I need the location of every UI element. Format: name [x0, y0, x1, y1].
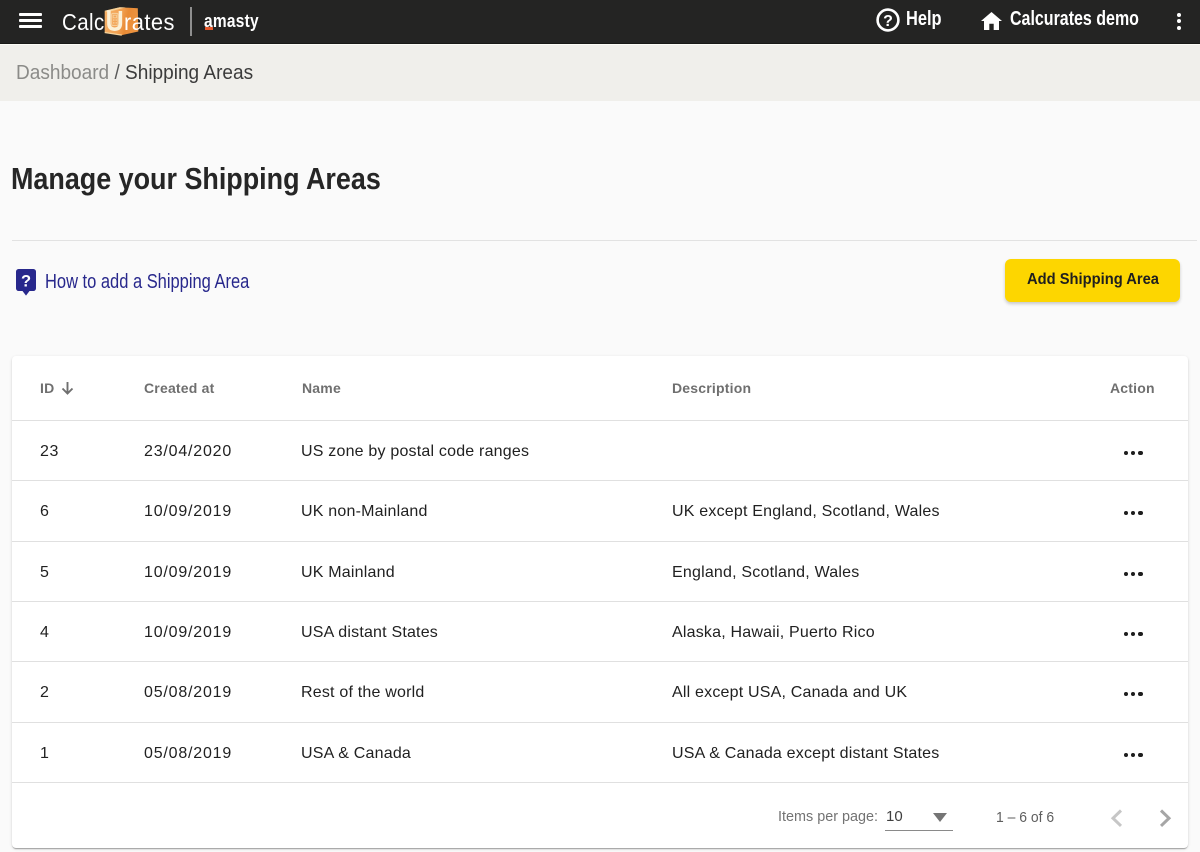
svg-text:?: ? [883, 13, 893, 30]
svg-text:?: ? [21, 272, 31, 290]
